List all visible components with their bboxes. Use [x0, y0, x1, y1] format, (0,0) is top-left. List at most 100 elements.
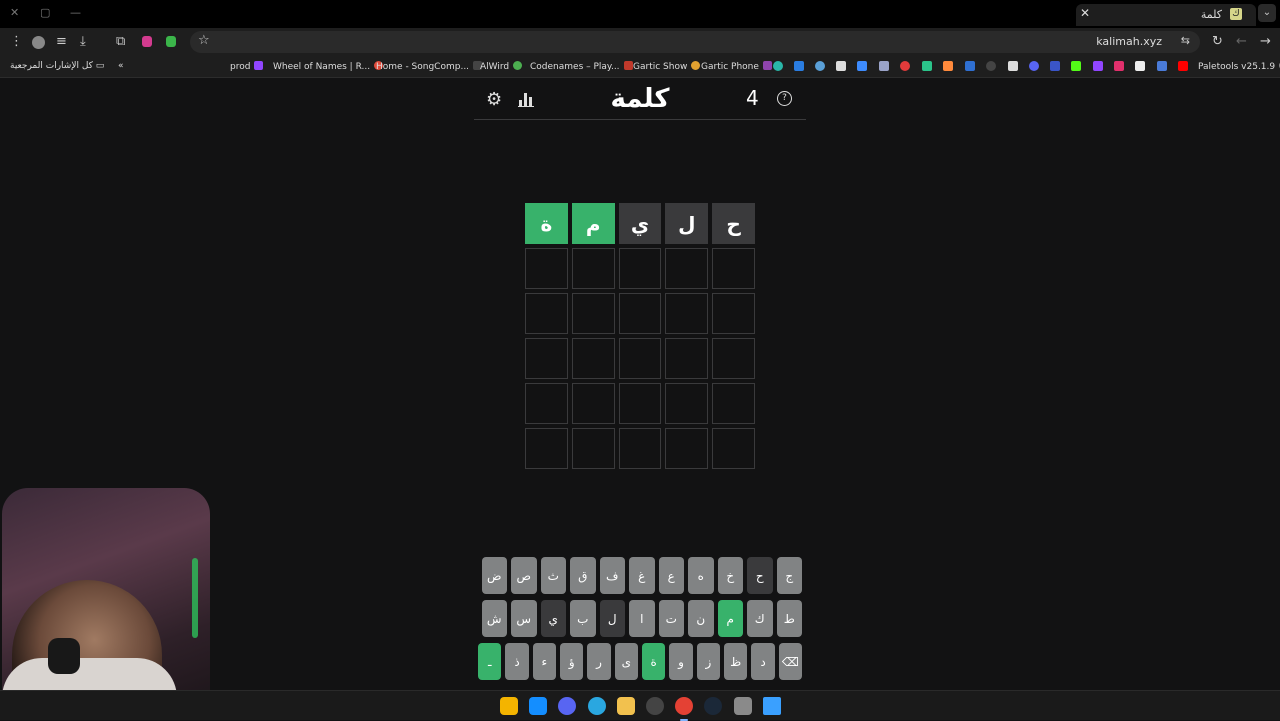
keyboard-key[interactable]: ز: [696, 643, 721, 680]
reload-icon[interactable]: ↻: [1212, 34, 1223, 49]
tab-search-icon[interactable]: ⌄: [1258, 4, 1276, 22]
keyboard-key[interactable]: ش: [481, 600, 507, 637]
bookmark-icon-11[interactable]: [986, 61, 996, 71]
keyboard-key[interactable]: ا: [629, 600, 655, 637]
keyboard-key[interactable]: ل: [599, 600, 625, 637]
webcam-overlay: [2, 488, 210, 716]
chrome-icon[interactable]: [675, 697, 694, 721]
instagram-icon[interactable]: [1114, 61, 1124, 71]
keyboard-key[interactable]: ج: [776, 557, 802, 594]
keyboard-key[interactable]: ء: [532, 643, 557, 680]
address-bar[interactable]: ☆ kalimah.xyz ⇆: [190, 31, 1200, 53]
keyboard-key[interactable]: ك: [747, 600, 773, 637]
keyboard-key[interactable]: س: [511, 600, 537, 637]
keyboard-key[interactable]: ق: [570, 557, 596, 594]
discord-icon[interactable]: [558, 697, 577, 715]
keyboard-key[interactable]: ه: [688, 557, 714, 594]
all-bookmarks-folder[interactable]: كل الإشارات المرجعية ▭: [10, 61, 104, 71]
download-icon[interactable]: ⤓: [80, 34, 86, 49]
bookmark-alwird[interactable]: AlWird: [480, 61, 523, 72]
adblock-icon[interactable]: [166, 36, 176, 47]
keyboard-key[interactable]: ب: [570, 600, 596, 637]
obs-icon[interactable]: [646, 697, 664, 715]
battle-net-icon[interactable]: [529, 697, 548, 715]
bookmark-icon-13[interactable]: [1029, 61, 1039, 71]
backspace-key[interactable]: ⌫: [778, 643, 802, 680]
steam-icon[interactable]: [704, 697, 723, 715]
bookmark-icon-8[interactable]: [922, 61, 932, 71]
x-icon[interactable]: [1135, 61, 1145, 71]
profile-avatar-icon[interactable]: [32, 36, 45, 49]
close-window-icon[interactable]: ✕: [10, 6, 19, 19]
minimize-window-icon[interactable]: —: [70, 6, 81, 19]
bookmark-icon-6[interactable]: [879, 61, 889, 71]
settings-icon[interactable]: [733, 697, 752, 715]
bookmark-icon-10[interactable]: [965, 61, 975, 71]
bookmark-icon-12[interactable]: [1008, 61, 1018, 71]
keyboard-key[interactable]: ة: [642, 643, 666, 680]
keyboard-key[interactable]: ط: [776, 600, 802, 637]
bookmark-icon-4[interactable]: [836, 61, 846, 71]
keyboard-key[interactable]: ف: [599, 557, 625, 594]
windows-start-icon[interactable]: [762, 697, 781, 715]
folder-icon[interactable]: [616, 697, 635, 715]
active-tab[interactable]: ✕ كلمة ك: [1076, 4, 1256, 26]
stats-icon[interactable]: [518, 92, 534, 107]
extensions-icon[interactable]: ⧉: [116, 34, 125, 49]
keyboard-key[interactable]: ع: [658, 557, 684, 594]
keyboard-key[interactable]: ي: [540, 600, 566, 637]
twitch-icon[interactable]: [1093, 61, 1103, 71]
bookmark-gartic-show[interactable]: Gartic Show: [633, 61, 701, 72]
youtube-icon[interactable]: [1178, 61, 1188, 71]
reading-list-icon[interactable]: ≡: [56, 34, 67, 49]
keyboard-key[interactable]: ـ: [478, 643, 502, 680]
bookmark-songcomp[interactable]: Home - SongComp...: [376, 61, 483, 72]
keyboard-key[interactable]: ت: [658, 600, 684, 637]
keyboard-key[interactable]: و: [669, 643, 693, 680]
codenames-icon: [623, 61, 633, 70]
bookmark-icon-2[interactable]: [794, 61, 804, 71]
bookmark-paletools[interactable]: Paletools v25.1.9: [1198, 61, 1280, 72]
keyboard-key[interactable]: ن: [688, 600, 714, 637]
site-settings-icon[interactable]: ⇆: [1181, 34, 1190, 47]
help-timer-icon[interactable]: ?: [777, 91, 792, 106]
twitch-icon: [254, 61, 264, 70]
keyboard-key[interactable]: غ: [629, 557, 655, 594]
bookmark-prod[interactable]: prod: [230, 61, 264, 72]
bookmark-icon-1[interactable]: [773, 61, 783, 71]
forward-icon[interactable]: ←: [1236, 34, 1247, 49]
bookmark-icon-3[interactable]: [815, 61, 825, 71]
bookmark-icon-15[interactable]: [1157, 61, 1167, 71]
bookmarks-overflow-icon[interactable]: «: [118, 61, 124, 71]
keyboard-key[interactable]: ح: [747, 557, 773, 594]
board-tile: [571, 338, 615, 379]
bookmark-icon-5[interactable]: [857, 61, 867, 71]
extension-shield-icon[interactable]: [142, 36, 152, 47]
menu-icon[interactable]: ⋮: [10, 34, 23, 49]
gear-icon[interactable]: ⚙: [486, 89, 502, 110]
bookmark-star-icon[interactable]: ☆: [198, 33, 210, 48]
bookmark-wheel-of-names[interactable]: Wheel of Names | R...: [273, 61, 384, 72]
kick-icon[interactable]: [1071, 61, 1081, 71]
back-icon[interactable]: →: [1260, 34, 1271, 49]
keyboard-key[interactable]: م: [717, 600, 743, 637]
bookmark-icon-7[interactable]: [900, 61, 910, 71]
keyboard-key[interactable]: ص: [511, 557, 537, 594]
keyboard-key[interactable]: ذ: [505, 643, 529, 680]
rockstar-icon[interactable]: [500, 697, 518, 715]
bookmark-codenames[interactable]: Codenames – Play...: [530, 61, 633, 72]
keyboard-key[interactable]: د: [751, 643, 775, 680]
keyboard-key[interactable]: ر: [587, 643, 611, 680]
bookmark-icon-9[interactable]: [943, 61, 953, 71]
bookmark-icon-14[interactable]: [1050, 61, 1060, 71]
keyboard-key[interactable]: ؤ: [560, 643, 584, 680]
bookmark-gartic-phone[interactable]: Gartic Phone: [701, 61, 772, 72]
keyboard-key[interactable]: ث: [540, 557, 566, 594]
edge-icon[interactable]: [587, 697, 606, 715]
restore-window-icon[interactable]: ▢: [40, 6, 50, 19]
close-tab-icon[interactable]: ✕: [1080, 6, 1090, 20]
keyboard-key[interactable]: ى: [614, 643, 639, 680]
keyboard-key[interactable]: ض: [481, 557, 507, 594]
keyboard-key[interactable]: ظ: [724, 643, 748, 680]
keyboard-key[interactable]: خ: [717, 557, 743, 594]
